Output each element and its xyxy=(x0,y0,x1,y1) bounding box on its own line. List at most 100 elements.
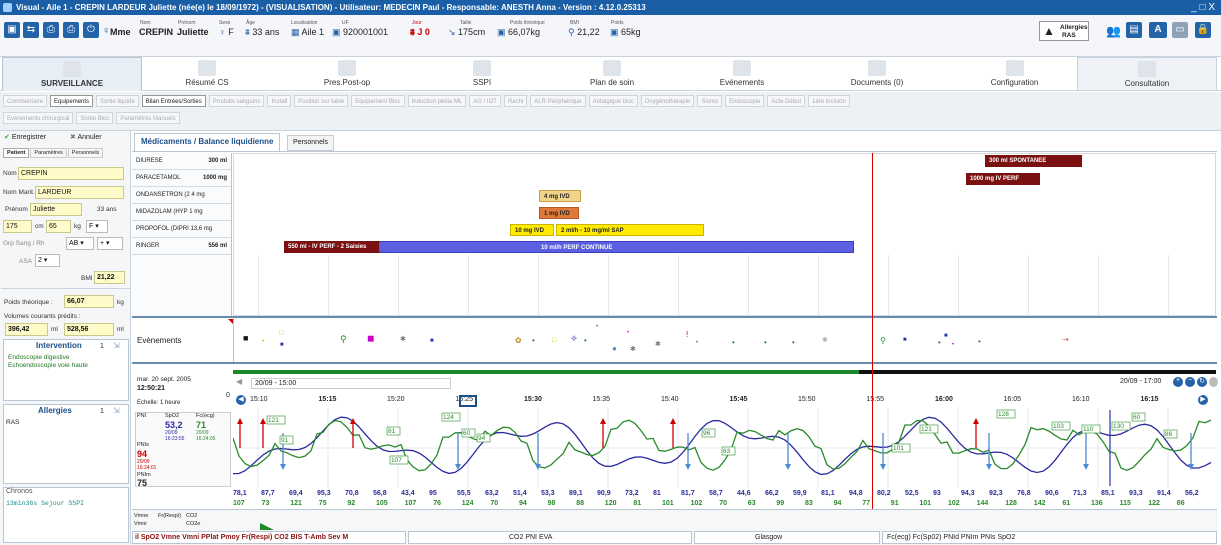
install-button[interactable]: Install xyxy=(267,95,292,107)
rh-select[interactable]: + ▾ xyxy=(97,237,123,250)
zoom-out-icon[interactable]: − xyxy=(1185,377,1195,387)
med-bar-propofol-bolus[interactable]: 10 mg IVD xyxy=(510,224,554,236)
event-marker-icon[interactable]: • xyxy=(584,336,587,345)
document-icon[interactable]: ▤ xyxy=(1126,22,1142,38)
event-marker-icon[interactable]: ⚲ xyxy=(880,336,886,345)
evenements-chirurgical-button[interactable]: Evenements chirurgical xyxy=(3,112,74,124)
acte-debut-button[interactable]: Acte Début xyxy=(767,95,806,107)
event-marker-icon[interactable]: • xyxy=(532,336,535,345)
pin-icon[interactable]: ⇲ xyxy=(113,341,120,350)
sortie-bloc-button[interactable]: Sortie Bloc xyxy=(76,112,114,124)
nom-marit-field[interactable]: LARDEUR xyxy=(35,186,124,199)
range-start[interactable]: 20/09 - 15:00 xyxy=(251,378,451,389)
window-controls[interactable]: _ □ X xyxy=(1191,0,1215,15)
event-marker-icon[interactable]: • xyxy=(938,338,941,347)
antalgique-button[interactable]: Antalgique bloc xyxy=(588,95,638,107)
sexe-select[interactable]: F ▾ xyxy=(86,220,108,233)
subtab-parametres[interactable]: Paramètres xyxy=(30,148,67,158)
nav-prev-icon[interactable]: ◀ xyxy=(236,377,242,386)
event-marker-icon[interactable]: • xyxy=(262,338,264,345)
taille-field[interactable]: 175 xyxy=(3,220,32,233)
oxygeno-button[interactable]: Oxygénothérapie xyxy=(640,95,695,107)
patient-list-icon[interactable]: ▣ xyxy=(4,22,20,38)
endoscopie-button[interactable]: Endoscopie xyxy=(725,95,765,107)
ag-iot-button[interactable]: AG / IOT xyxy=(469,95,501,107)
poids-field[interactable]: 65 xyxy=(46,220,71,233)
keyboard-icon[interactable]: ▭ xyxy=(1172,22,1188,38)
med-bar-midazolam[interactable]: 1 mg IVD xyxy=(539,207,579,219)
bilan-button[interactable]: Bilan Entrées/Sorties xyxy=(141,95,206,107)
equipements-button[interactable]: Equipements xyxy=(50,95,94,107)
event-marker-icon[interactable]: ! xyxy=(686,330,688,339)
legend-item[interactable]: CO2 xyxy=(186,512,208,520)
tab-evenements[interactable]: Evénements xyxy=(682,57,802,91)
produits-sanguins-button[interactable]: Produits sanguins xyxy=(208,95,265,107)
grp-sang-select[interactable]: AB ▾ xyxy=(66,237,94,250)
users-icon[interactable]: 👥 xyxy=(1106,24,1121,38)
event-marker-icon[interactable]: ■ xyxy=(430,338,434,344)
premiere-incision-button[interactable]: 1ère incision xyxy=(808,95,850,107)
sortie-liquide-button[interactable]: Sortie liquide xyxy=(96,95,139,107)
med-row-label[interactable]: ONDANSETRON (2 4 mg xyxy=(132,187,232,204)
med-bar-ringer-bolus[interactable]: 550 ml - IV PERF - 2 Saisies xyxy=(284,241,379,253)
event-marker-icon[interactable]: ■ xyxy=(243,333,248,343)
settings-icon[interactable] xyxy=(1209,377,1218,387)
event-marker-icon[interactable]: ✱ xyxy=(822,336,828,344)
event-marker-icon[interactable]: ⇢ xyxy=(1062,335,1069,344)
event-marker-icon[interactable]: ■ xyxy=(280,342,284,348)
event-marker-icon[interactable]: ● xyxy=(612,344,617,353)
prenom-field[interactable]: Juliette xyxy=(30,203,82,216)
event-marker-icon[interactable]: ■ xyxy=(903,337,907,343)
event-marker-icon[interactable]: • xyxy=(627,330,629,336)
parametres-manuels-button[interactable]: Paramètres Manuels xyxy=(116,112,180,124)
rachi-button[interactable]: Rachi xyxy=(503,95,528,107)
tab-configuration[interactable]: Configuration xyxy=(952,57,1077,91)
med-row-label[interactable]: RINGER 556 ml xyxy=(132,238,232,255)
tab-resume-cs[interactable]: Résumé CS xyxy=(142,57,272,91)
subtab-personnels[interactable]: Personnels xyxy=(67,148,104,158)
event-marker-icon[interactable]: ⚲ xyxy=(340,334,347,345)
print-icon[interactable]: ⎙ xyxy=(43,22,59,38)
event-marker-icon[interactable]: ◼ xyxy=(367,333,374,344)
timeline-cursor[interactable] xyxy=(459,395,477,407)
tab-plan-de-soin[interactable]: Plan de soin xyxy=(542,57,682,91)
event-marker-icon[interactable]: ■ xyxy=(944,333,948,339)
tab-pres-post-op[interactable]: Pres.Post-op xyxy=(272,57,422,91)
event-marker-icon[interactable]: □ xyxy=(552,337,556,344)
legend-item[interactable]: CO2e xyxy=(186,520,208,528)
tab-surveillance[interactable]: SURVEILLANCE xyxy=(2,57,142,91)
params-group-3[interactable]: Glasgow xyxy=(694,531,880,544)
tab-sspi[interactable]: SSPI xyxy=(422,57,542,91)
refresh-icon[interactable]: ↻ xyxy=(1197,377,1207,387)
med-row-label[interactable]: PROPOFOL (DIPRI 13,6 mg xyxy=(132,221,232,238)
lock-icon[interactable]: 🔒 xyxy=(1195,22,1211,38)
legend-item[interactable]: Vmne xyxy=(134,512,158,520)
scroll-left-icon[interactable]: ◀ xyxy=(236,395,246,405)
med-bar-propofol-perf[interactable]: 2 ml/h - 10 mg/ml SAP xyxy=(556,224,704,236)
cancel-button[interactable]: ✖ Annuler xyxy=(70,133,102,141)
alr-button[interactable]: ALR Périphérique xyxy=(530,95,586,107)
pin-icon[interactable]: ⇲ xyxy=(113,406,120,415)
sismo-button[interactable]: Sismo xyxy=(697,95,723,107)
med-row-label[interactable]: DIURESE 300 ml xyxy=(132,153,232,170)
tab-medicaments[interactable]: Médicaments / Balance liquidienne xyxy=(134,133,281,151)
comment-button[interactable]: Commentaire xyxy=(3,95,48,107)
equipement-bloc-button[interactable]: Equipement Bloc xyxy=(351,95,405,107)
save-button[interactable]: ✔ Enregistrer xyxy=(4,133,46,141)
event-marker-icon[interactable]: • xyxy=(696,340,698,346)
event-marker-icon[interactable]: • xyxy=(952,342,954,348)
med-row-label[interactable]: MIDAZOLAM (HYP 1 mg xyxy=(132,204,232,221)
legend-item[interactable]: Vmni xyxy=(134,520,158,528)
event-marker-icon[interactable]: • xyxy=(596,324,598,330)
med-bar-diurese[interactable]: 300 ml SPONTANEE xyxy=(985,155,1082,167)
position-button[interactable]: Position sur table xyxy=(294,95,349,107)
med-bar-ondansetron[interactable]: 4 mg IVD xyxy=(539,190,581,202)
tab-consultation[interactable]: Consultation xyxy=(1077,57,1217,91)
params-list[interactable]: il SpO2 Vmne Vmni PPlat Pmoy Fr(Respi) C… xyxy=(132,531,406,544)
font-size-icon[interactable]: A xyxy=(1149,22,1167,38)
event-marker-icon[interactable]: ⟡ xyxy=(571,333,577,344)
med-bar-paracetamol[interactable]: 1000 mg IV PERF xyxy=(966,173,1040,185)
event-marker-icon[interactable]: • xyxy=(792,338,795,347)
subtab-patient[interactable]: Patient xyxy=(3,148,30,158)
event-marker-icon[interactable]: ✱ xyxy=(630,345,636,353)
